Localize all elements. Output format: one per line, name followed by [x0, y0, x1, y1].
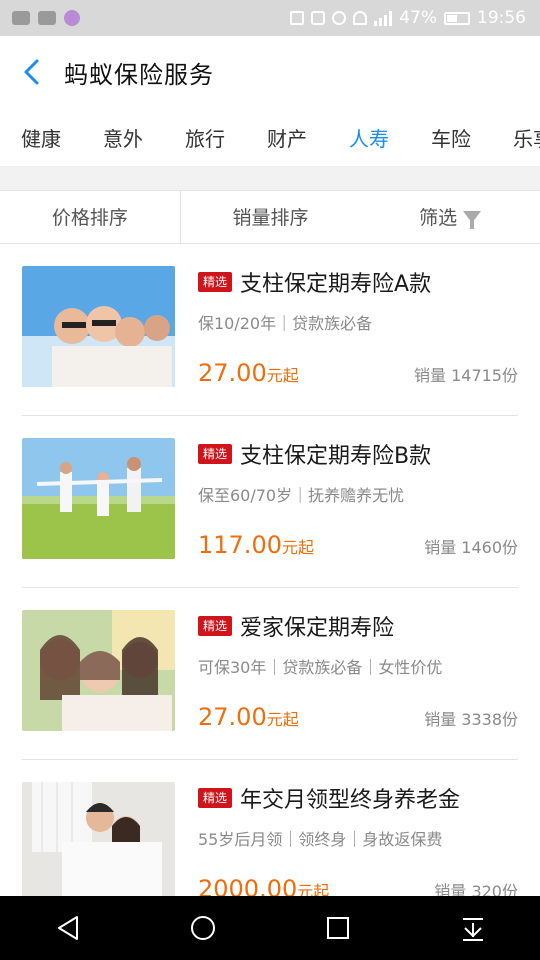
app-header: 蚂蚁保险服务 [0, 36, 540, 108]
price-unit: 元起 [281, 538, 314, 557]
sort-bar: 价格排序 销量排序 筛选 [0, 190, 540, 244]
product-description: 可保30年｜贷款族必备｜女性价优 [198, 658, 443, 677]
signal-icon [374, 10, 393, 26]
filter-icon [463, 210, 482, 229]
featured-badge: 精选 [198, 272, 233, 292]
circle-home-icon [190, 916, 215, 940]
price-value: 27.00 [198, 359, 267, 387]
chevron-left-icon [24, 59, 39, 85]
product-price: 117.00元起 [198, 531, 314, 559]
battery-percent: 47% [399, 8, 437, 28]
tab-travel[interactable]: 旅行 [164, 123, 246, 152]
tab-property[interactable]: 财产 [246, 123, 328, 152]
featured-badge: 精选 [198, 788, 233, 808]
product-name: 支柱保定期寿险A款 [240, 272, 432, 297]
list-item[interactable]: 精选 爱家保定期寿险 可保30年｜贷款族必备｜女性价优 27.00元起 销量 3… [22, 588, 518, 760]
list-item[interactable]: 精选 支柱保定期寿险A款 保10/20年｜贷款族必备 27.00元起 销量 14… [22, 244, 518, 416]
price-unit: 元起 [266, 710, 299, 729]
clock: 19:56 [477, 8, 526, 28]
sort-by-sales-button[interactable]: 销量排序 [181, 190, 361, 243]
tab-auto[interactable]: 车险 [410, 123, 492, 152]
featured-badge: 精选 [198, 616, 233, 636]
nav-notification-button[interactable] [443, 898, 503, 958]
section-divider [0, 166, 540, 191]
page-title: 蚂蚁保险服务 [64, 60, 214, 89]
nav-back-button[interactable] [38, 898, 98, 958]
product-image [22, 782, 175, 903]
product-name: 爱家保定期寿险 [240, 616, 395, 641]
price-unit: 元起 [266, 366, 299, 385]
product-image [22, 610, 175, 731]
filter-label: 筛选 [419, 207, 458, 229]
triangle-back-icon [57, 916, 78, 940]
wallet-notification-icon [38, 11, 56, 25]
product-image [22, 266, 175, 387]
alarm-icon [332, 11, 347, 25]
square-recents-icon [326, 917, 349, 939]
pull-down-icon [462, 918, 483, 941]
nav-home-button[interactable] [173, 898, 233, 958]
vibrate-icon [311, 11, 326, 25]
product-price: 27.00元起 [198, 703, 299, 731]
tab-accident[interactable]: 意外 [82, 123, 164, 152]
bluetooth-icon [290, 11, 305, 25]
product-description: 55岁后月领｜领终身｜身故返保费 [198, 830, 443, 849]
product-description: 保10/20年｜贷款族必备 [198, 314, 373, 333]
tab-health[interactable]: 健康 [0, 123, 82, 152]
featured-badge: 精选 [198, 444, 233, 464]
sales-count: 销量 3338份 [424, 710, 518, 729]
tab-life[interactable]: 人寿 [328, 123, 410, 152]
sort-by-price-button[interactable]: 价格排序 [0, 190, 181, 243]
mail-notification-icon [12, 11, 30, 25]
navigation-bar [0, 896, 540, 960]
product-image [22, 438, 175, 559]
product-name: 年交月领型终身养老金 [240, 788, 461, 813]
price-value: 27.00 [198, 703, 267, 731]
product-description: 保至60/70岁｜抚养赡养无忧 [198, 486, 405, 505]
battery-icon [444, 11, 470, 25]
product-name: 支柱保定期寿险B款 [240, 444, 432, 469]
product-price: 27.00元起 [198, 359, 299, 387]
sales-count: 销量 14715份 [414, 366, 518, 385]
status-bar: 47% 19:56 [0, 0, 540, 36]
product-list: 精选 支柱保定期寿险A款 保10/20年｜贷款族必备 27.00元起 销量 14… [0, 244, 540, 932]
app-notification-icon [64, 10, 80, 26]
system-status: 47% 19:56 [290, 8, 526, 28]
list-item[interactable]: 精选 支柱保定期寿险B款 保至60/70岁｜抚养赡养无忧 117.00元起 销量… [22, 416, 518, 588]
back-button[interactable] [0, 36, 64, 108]
price-value: 117.00 [198, 531, 282, 559]
filter-button[interactable]: 筛选 [360, 190, 540, 243]
tab-leisure[interactable]: 乐享 [492, 123, 540, 152]
wifi-icon [353, 11, 368, 25]
sales-count: 销量 1460份 [424, 538, 518, 557]
nav-recents-button[interactable] [308, 898, 368, 958]
notification-icons [12, 10, 80, 26]
category-tabs: 健康 意外 旅行 财产 人寿 车险 乐享 [0, 108, 540, 166]
